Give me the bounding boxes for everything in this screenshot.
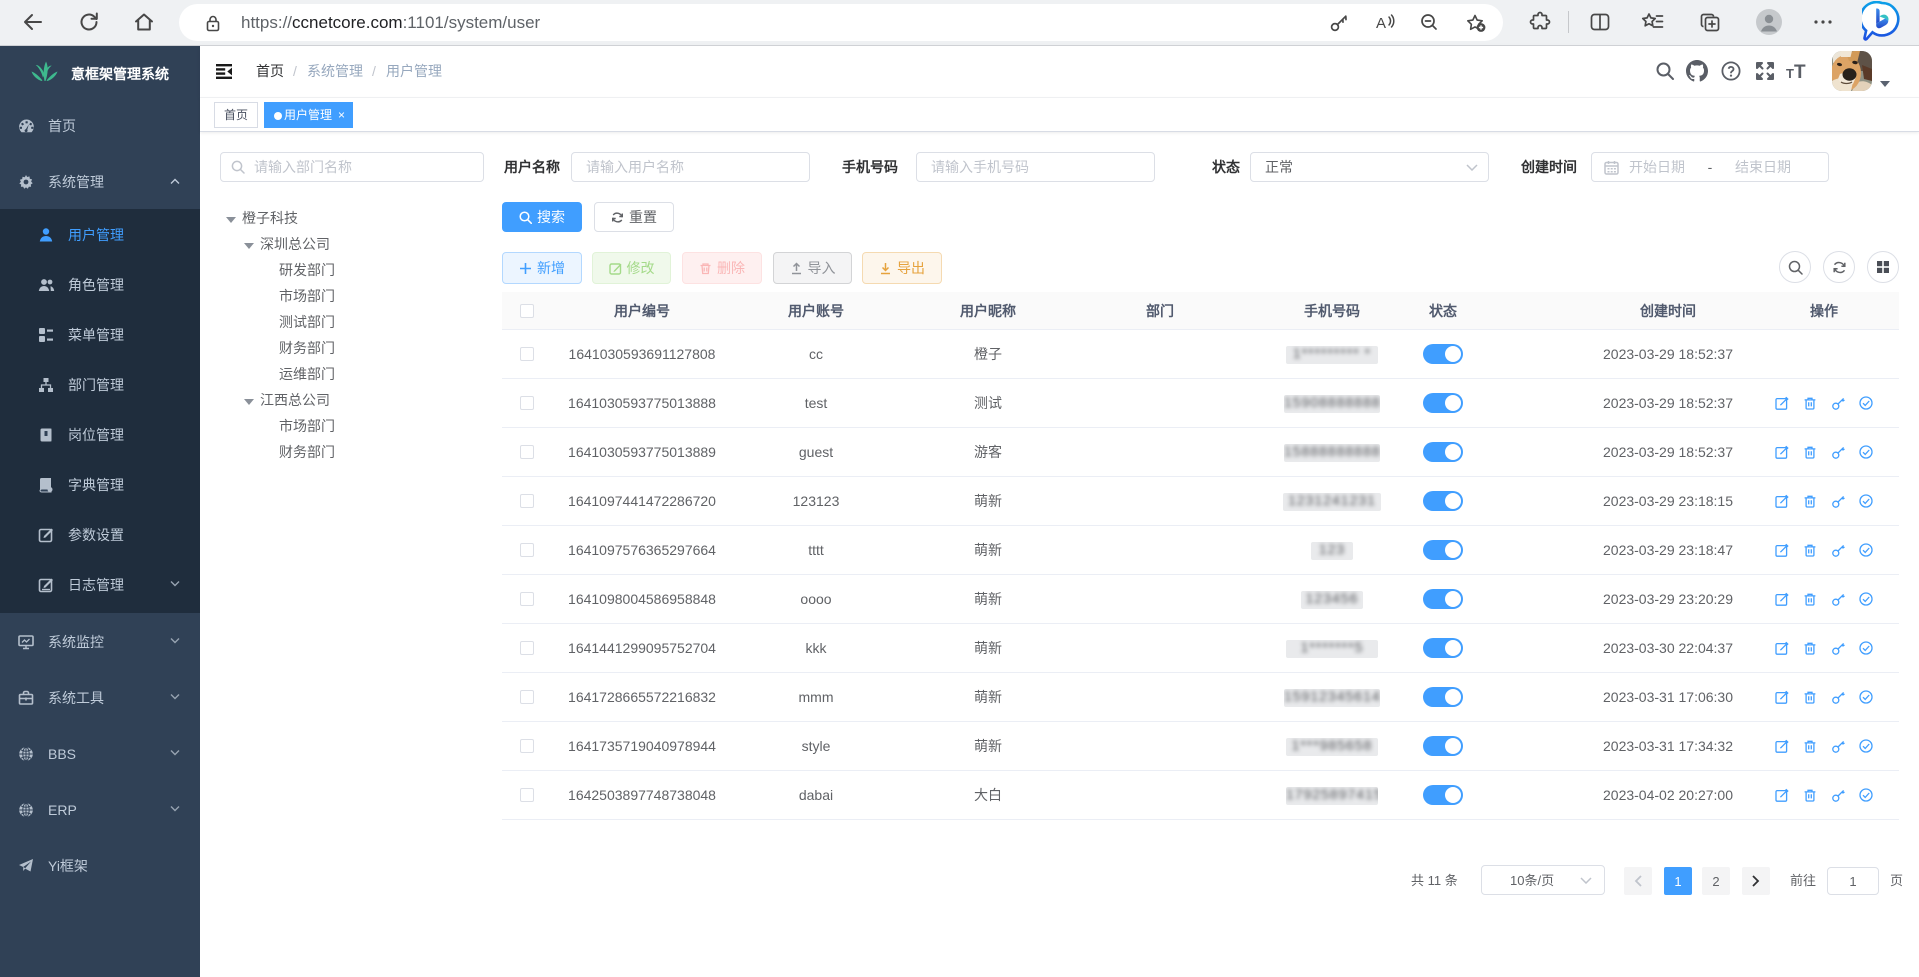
svg-text:T: T xyxy=(1786,66,1794,81)
svg-text:T: T xyxy=(1794,62,1806,81)
svg-text:A: A xyxy=(1376,15,1386,32)
